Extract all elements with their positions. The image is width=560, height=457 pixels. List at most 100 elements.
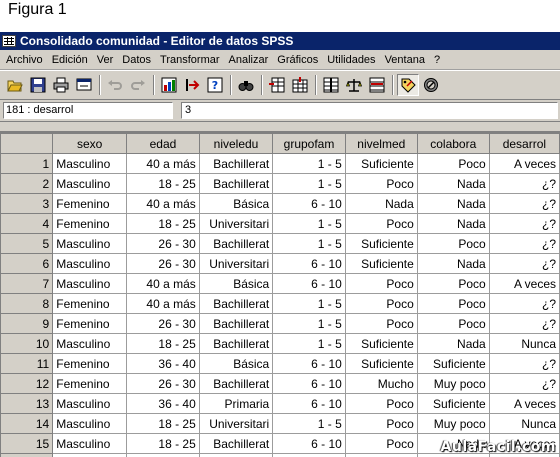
cell-value-field[interactable]: 3	[181, 102, 558, 119]
data-cell-nivelmed[interactable]: Suficiente	[344, 233, 418, 254]
data-cell-grupofam[interactable]: 6 - 10	[272, 253, 346, 274]
data-cell-grupofam[interactable]: 1 - 5	[272, 173, 346, 194]
data-cell-niveledu[interactable]: Universitari	[198, 213, 274, 234]
data-cell-niveledu[interactable]: Bachillerat	[198, 313, 274, 334]
data-cell-nivelmed[interactable]: Poco	[344, 173, 418, 194]
data-cell-desarrol[interactable]: ¿?	[488, 173, 560, 194]
data-cell-niveledu[interactable]: Universitari	[198, 453, 274, 457]
data-cell-colabora[interactable]: Nada	[416, 333, 490, 354]
data-cell-edad[interactable]: 26 - 30	[126, 253, 200, 274]
find-button[interactable]	[235, 74, 257, 96]
save-button[interactable]	[27, 74, 49, 96]
goto-chart-button[interactable]	[158, 74, 180, 96]
data-cell-colabora[interactable]: Poco	[416, 153, 490, 174]
cell-reference-field[interactable]: 181 : desarrol	[3, 102, 173, 119]
data-cell-sexo[interactable]: Femenino	[52, 313, 128, 334]
column-header-nivelmed[interactable]: nivelmed	[344, 133, 418, 154]
data-cell-edad[interactable]: 18 - 25	[126, 413, 200, 434]
data-cell-niveledu[interactable]: Bachillerat	[198, 433, 274, 454]
data-cell-edad[interactable]: 40 a más	[126, 293, 200, 314]
data-cell-nivelmed[interactable]: Poco	[344, 293, 418, 314]
data-cell-desarrol[interactable]: Nunca	[488, 413, 560, 434]
data-cell-desarrol[interactable]: ¿?	[488, 233, 560, 254]
data-cell-grupofam[interactable]: 1 - 5	[272, 413, 346, 434]
data-cell-niveledu[interactable]: Bachillerat	[198, 153, 274, 174]
data-cell-nivelmed[interactable]: Suficiente	[344, 353, 418, 374]
row-number[interactable]: 2	[0, 173, 54, 194]
data-cell-nivelmed[interactable]: Poco	[344, 393, 418, 414]
data-cell-sexo[interactable]: Femenino	[52, 373, 128, 394]
data-cell-nivelmed[interactable]: Poco	[344, 273, 418, 294]
row-number[interactable]: 14	[0, 413, 54, 434]
data-cell-desarrol[interactable]: ¿?	[488, 293, 560, 314]
data-cell-colabora[interactable]: Poco	[416, 233, 490, 254]
menu-archivo[interactable]: Archivo	[2, 54, 48, 66]
data-cell-edad[interactable]: 40 a más	[126, 153, 200, 174]
data-cell-nivelmed[interactable]: Poco	[344, 213, 418, 234]
data-cell-edad[interactable]: 18 - 25	[126, 333, 200, 354]
data-cell-colabora[interactable]: Nada	[416, 253, 490, 274]
data-cell-desarrol[interactable]: A veces	[488, 273, 560, 294]
menu-ventana[interactable]: Ventana	[381, 54, 430, 66]
data-cell-nivelmed[interactable]: Suficiente	[344, 253, 418, 274]
row-number[interactable]: 7	[0, 273, 54, 294]
undo-button[interactable]	[104, 74, 126, 96]
data-cell-edad[interactable]: 40 a más	[126, 193, 200, 214]
data-cell-niveledu[interactable]: Básica	[198, 353, 274, 374]
data-cell-colabora[interactable]: Nada	[416, 213, 490, 234]
data-cell-grupofam[interactable]: 1 - 5	[272, 213, 346, 234]
data-cell-nivelmed[interactable]: Suficiente	[344, 333, 418, 354]
row-number[interactable]: 9	[0, 313, 54, 334]
data-cell-sexo[interactable]: Masculino	[52, 253, 128, 274]
data-cell-desarrol[interactable]: A veces	[488, 393, 560, 414]
insert-case-button[interactable]	[266, 74, 288, 96]
variables-button[interactable]: ?	[204, 74, 226, 96]
menu-transformar[interactable]: Transformar	[156, 54, 225, 66]
use-sets-button[interactable]	[420, 74, 442, 96]
data-cell-desarrol[interactable]: ¿?	[488, 193, 560, 214]
data-cell-sexo[interactable]: Masculino	[52, 233, 128, 254]
insert-variable-button[interactable]	[289, 74, 311, 96]
data-cell-grupofam[interactable]: 6 - 10	[272, 433, 346, 454]
data-cell-niveledu[interactable]: Bachillerat	[198, 233, 274, 254]
row-number[interactable]: 8	[0, 293, 54, 314]
menu-edicion[interactable]: Edición	[48, 54, 93, 66]
row-number[interactable]: 4	[0, 213, 54, 234]
data-cell-sexo[interactable]: Masculino	[52, 273, 128, 294]
data-cell-grupofam[interactable]: 6 - 10	[272, 193, 346, 214]
row-number[interactable]: 13	[0, 393, 54, 414]
menu-analizar[interactable]: Analizar	[225, 54, 274, 66]
column-header-edad[interactable]: edad	[126, 133, 200, 154]
data-cell-colabora[interactable]: Poco	[416, 293, 490, 314]
select-cases-button[interactable]	[366, 74, 388, 96]
data-cell-edad[interactable]: 18 - 25	[126, 433, 200, 454]
data-cell-nivelmed[interactable]: Poco	[344, 313, 418, 334]
value-labels-button[interactable]	[397, 74, 419, 96]
column-header-colabora[interactable]: colabora	[416, 133, 490, 154]
row-number[interactable]: 1	[0, 153, 54, 174]
row-number[interactable]: 12	[0, 373, 54, 394]
data-cell-niveledu[interactable]: Bachillerat	[198, 333, 274, 354]
data-cell-grupofam[interactable]: 6 - 10	[272, 373, 346, 394]
data-cell-sexo[interactable]: Femenino	[52, 193, 128, 214]
data-cell-edad[interactable]: 40 a más	[126, 273, 200, 294]
data-cell-nivelmed[interactable]: Poco	[344, 413, 418, 434]
data-cell-colabora[interactable]: Poco	[416, 313, 490, 334]
menu-graficos[interactable]: Gráficos	[273, 54, 323, 66]
data-cell-niveledu[interactable]: Bachillerat	[198, 293, 274, 314]
data-cell-sexo[interactable]: Masculino	[52, 453, 128, 457]
print-button[interactable]	[50, 74, 72, 96]
data-cell-colabora[interactable]: Suficiente	[416, 353, 490, 374]
data-cell-niveledu[interactable]: Universitari	[198, 413, 274, 434]
split-file-button[interactable]	[320, 74, 342, 96]
data-cell-desarrol[interactable]: A veces	[488, 153, 560, 174]
data-cell-colabora[interactable]: Muy poco	[416, 373, 490, 394]
title-bar[interactable]: Consolidado comunidad - Editor de datos …	[0, 32, 560, 50]
data-cell-grupofam[interactable]: 6 - 10	[272, 273, 346, 294]
row-number[interactable]: 6	[0, 253, 54, 274]
data-cell-edad[interactable]: 26 - 30	[126, 233, 200, 254]
data-cell-edad[interactable]: 26 - 30	[126, 373, 200, 394]
data-cell-edad[interactable]: 18 - 25	[126, 213, 200, 234]
data-cell-nivelmed[interactable]: Suficiente	[344, 153, 418, 174]
data-cell-niveledu[interactable]: Básica	[198, 193, 274, 214]
